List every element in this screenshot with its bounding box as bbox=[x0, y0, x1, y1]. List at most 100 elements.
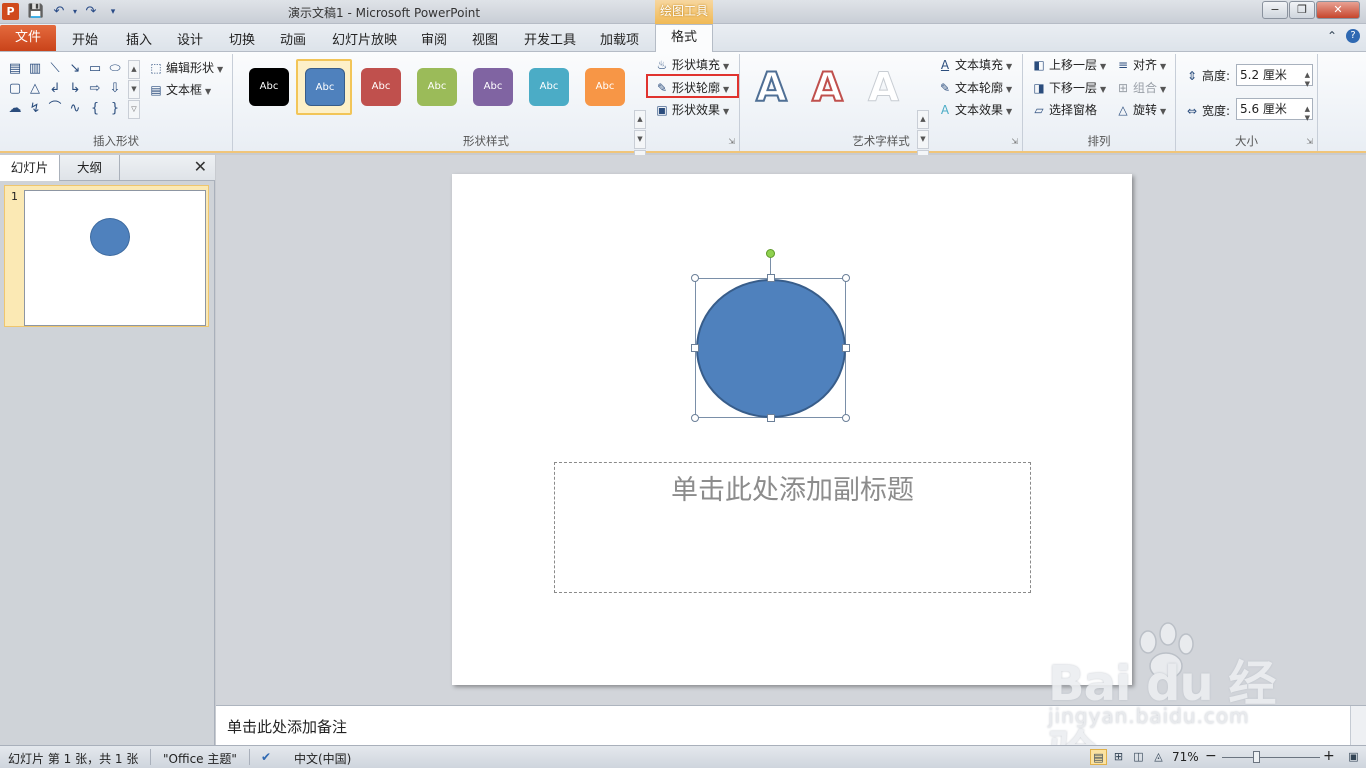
tab-addins[interactable]: 加载项 bbox=[600, 29, 639, 48]
style-swatch-purple[interactable]: Abc bbox=[473, 68, 513, 106]
fit-to-window-icon[interactable]: ▣ bbox=[1345, 749, 1362, 765]
theme-status[interactable]: "Office 主题" bbox=[163, 750, 237, 767]
slide-canvas[interactable]: 单击此处添加副标题 bbox=[452, 174, 1132, 685]
arrow-line-shape-icon[interactable]: ↘ bbox=[66, 60, 84, 78]
elbow-arrow-shape-icon[interactable]: ↳ bbox=[66, 80, 84, 98]
save-icon[interactable]: 💾 bbox=[27, 3, 45, 21]
text-fill-button[interactable]: A 文本填充 ▼ bbox=[937, 56, 1012, 73]
minimize-ribbon-icon[interactable]: ⌃ bbox=[1327, 29, 1337, 43]
rounded-rectangle-shape-icon[interactable]: ▢ bbox=[6, 80, 24, 98]
triangle-shape-icon[interactable]: △ bbox=[26, 80, 44, 98]
close-button[interactable]: ✕ bbox=[1316, 1, 1360, 19]
resize-handle-bottom[interactable] bbox=[767, 414, 775, 422]
style-swatch-orange[interactable]: Abc bbox=[585, 68, 625, 106]
styles-scroll-up-icon[interactable]: ▲ bbox=[634, 110, 646, 129]
right-arrow-shape-icon[interactable]: ⇨ bbox=[86, 80, 104, 98]
shape-effects-button[interactable]: ▣ 形状效果 ▼ bbox=[654, 101, 729, 118]
height-spin-down-icon[interactable]: ▼ bbox=[1305, 74, 1310, 94]
language-status[interactable]: 中文(中国) bbox=[294, 750, 351, 767]
wordart-style-outline-blue[interactable]: A bbox=[755, 67, 788, 109]
spelling-check-icon[interactable]: ✔ bbox=[261, 750, 271, 764]
resize-handle-right[interactable] bbox=[842, 344, 850, 352]
wordart-style-outline-red[interactable]: A bbox=[811, 67, 844, 109]
rectangle-shape-icon[interactable]: ▭ bbox=[86, 60, 104, 78]
slide-sorter-view-icon[interactable]: ⊞ bbox=[1110, 749, 1127, 765]
resize-handle-top[interactable] bbox=[767, 274, 775, 282]
style-swatch-red[interactable]: Abc bbox=[361, 68, 401, 106]
shape-styles-launcher-icon[interactable]: ⇲ bbox=[728, 137, 735, 146]
down-arrow-shape-icon[interactable]: ⇩ bbox=[106, 80, 124, 98]
minimize-button[interactable]: − bbox=[1262, 1, 1288, 19]
resize-handle-left[interactable] bbox=[691, 344, 699, 352]
restore-button[interactable]: ❐ bbox=[1289, 1, 1315, 19]
tab-home[interactable]: 开始 bbox=[72, 29, 98, 48]
resize-handle-bottom-left[interactable] bbox=[691, 414, 699, 422]
zoom-slider-thumb[interactable] bbox=[1253, 751, 1260, 763]
tab-slides[interactable]: 幻灯片 bbox=[0, 155, 60, 181]
zoom-out-icon[interactable]: − bbox=[1205, 748, 1217, 764]
size-launcher-icon[interactable]: ⇲ bbox=[1306, 137, 1313, 146]
oval-shape-icon[interactable]: ⬭ bbox=[106, 60, 124, 78]
width-spin-down-icon[interactable]: ▼ bbox=[1305, 108, 1310, 128]
text-box-button[interactable]: ▤ 文本框 ▼ bbox=[148, 81, 211, 98]
reading-view-icon[interactable]: ◫ bbox=[1130, 749, 1147, 765]
send-backward-button[interactable]: ◨ 下移一层 ▼ bbox=[1031, 79, 1106, 96]
bring-forward-button[interactable]: ◧ 上移一层 ▼ bbox=[1031, 56, 1106, 73]
tab-developer[interactable]: 开发工具 bbox=[524, 29, 576, 48]
tab-outline[interactable]: 大纲 bbox=[60, 155, 120, 181]
selection-pane-button[interactable]: ▱ 选择窗格 bbox=[1031, 101, 1097, 118]
customize-qat-icon[interactable]: ▾ bbox=[104, 3, 122, 21]
wordart-launcher-icon[interactable]: ⇲ bbox=[1011, 137, 1018, 146]
tab-format[interactable]: 格式 bbox=[655, 24, 713, 53]
arc-shape-icon[interactable]: ⌒ bbox=[46, 100, 64, 118]
powerpoint-logo-icon[interactable]: P bbox=[2, 3, 19, 20]
normal-view-icon[interactable]: ▤ bbox=[1090, 749, 1107, 765]
tab-animations[interactable]: 动画 bbox=[280, 29, 306, 48]
shapes-scroll-down-icon[interactable]: ▼ bbox=[128, 80, 140, 99]
height-input[interactable]: 5.2 厘米 ▲ ▼ bbox=[1236, 64, 1313, 88]
zoom-level[interactable]: 71% bbox=[1172, 750, 1199, 764]
line-shape-icon[interactable]: ⟍ bbox=[46, 60, 64, 78]
ellipse-shape[interactable] bbox=[696, 279, 846, 418]
zoom-slider-track[interactable] bbox=[1222, 757, 1320, 758]
close-pane-icon[interactable]: ✕ bbox=[194, 157, 207, 176]
tab-view[interactable]: 视图 bbox=[472, 29, 498, 48]
cloud-shape-icon[interactable]: ☁ bbox=[6, 100, 24, 118]
wordart-style-outline-gray[interactable]: A bbox=[868, 68, 900, 109]
tab-design[interactable]: 设计 bbox=[177, 29, 203, 48]
style-swatch-aqua[interactable]: Abc bbox=[529, 68, 569, 106]
text-effects-button[interactable]: A 文本效果 ▼ bbox=[937, 101, 1012, 118]
wordart-scroll-down-icon[interactable]: ▼ bbox=[917, 130, 929, 149]
shapes-more-icon[interactable]: ▽ bbox=[128, 100, 140, 119]
elbow-connector-shape-icon[interactable]: ↲ bbox=[46, 80, 64, 98]
zoom-in-icon[interactable]: + bbox=[1323, 748, 1335, 764]
width-input[interactable]: 5.6 厘米 ▲ ▼ bbox=[1236, 98, 1313, 122]
right-brace-shape-icon[interactable]: } bbox=[106, 100, 124, 118]
style-swatch-green[interactable]: Abc bbox=[417, 68, 457, 106]
shape-fill-button[interactable]: ♨ 形状填充 ▼ bbox=[654, 56, 730, 73]
tab-slideshow[interactable]: 幻灯片放映 bbox=[332, 29, 397, 48]
vertical-textbox-shape-icon[interactable]: ▥ bbox=[26, 60, 44, 78]
wordart-scroll-up-icon[interactable]: ▲ bbox=[917, 110, 929, 129]
notes-scrollbar[interactable] bbox=[1350, 706, 1366, 746]
shapes-scroll-up-icon[interactable]: ▲ bbox=[128, 60, 140, 79]
subtitle-placeholder[interactable]: 单击此处添加副标题 bbox=[554, 462, 1031, 593]
slideshow-view-icon[interactable]: ◬ bbox=[1150, 749, 1167, 765]
group-button[interactable]: ⊞ 组合 ▼ bbox=[1115, 79, 1166, 96]
resize-handle-top-left[interactable] bbox=[691, 274, 699, 282]
tab-insert[interactable]: 插入 bbox=[126, 29, 152, 48]
lightning-shape-icon[interactable]: ↯ bbox=[26, 100, 44, 118]
style-swatch-blue[interactable]: Abc bbox=[305, 68, 345, 106]
rotation-handle[interactable] bbox=[766, 249, 775, 258]
slide-thumbnail-1[interactable]: 1 bbox=[4, 185, 209, 327]
tab-transitions[interactable]: 切换 bbox=[229, 29, 255, 48]
text-outline-button[interactable]: ✎ 文本轮廓 ▼ bbox=[937, 79, 1012, 96]
align-button[interactable]: ≡ 对齐 ▼ bbox=[1115, 56, 1166, 73]
style-swatch-black[interactable]: Abc bbox=[249, 68, 289, 106]
redo-icon[interactable]: ↷ bbox=[82, 3, 100, 21]
tab-file[interactable]: 文件 bbox=[0, 25, 56, 51]
textbox-shape-icon[interactable]: ▤ bbox=[6, 60, 24, 78]
left-brace-shape-icon[interactable]: { bbox=[86, 100, 104, 118]
styles-scroll-down-icon[interactable]: ▼ bbox=[634, 130, 646, 149]
tab-review[interactable]: 审阅 bbox=[421, 29, 447, 48]
